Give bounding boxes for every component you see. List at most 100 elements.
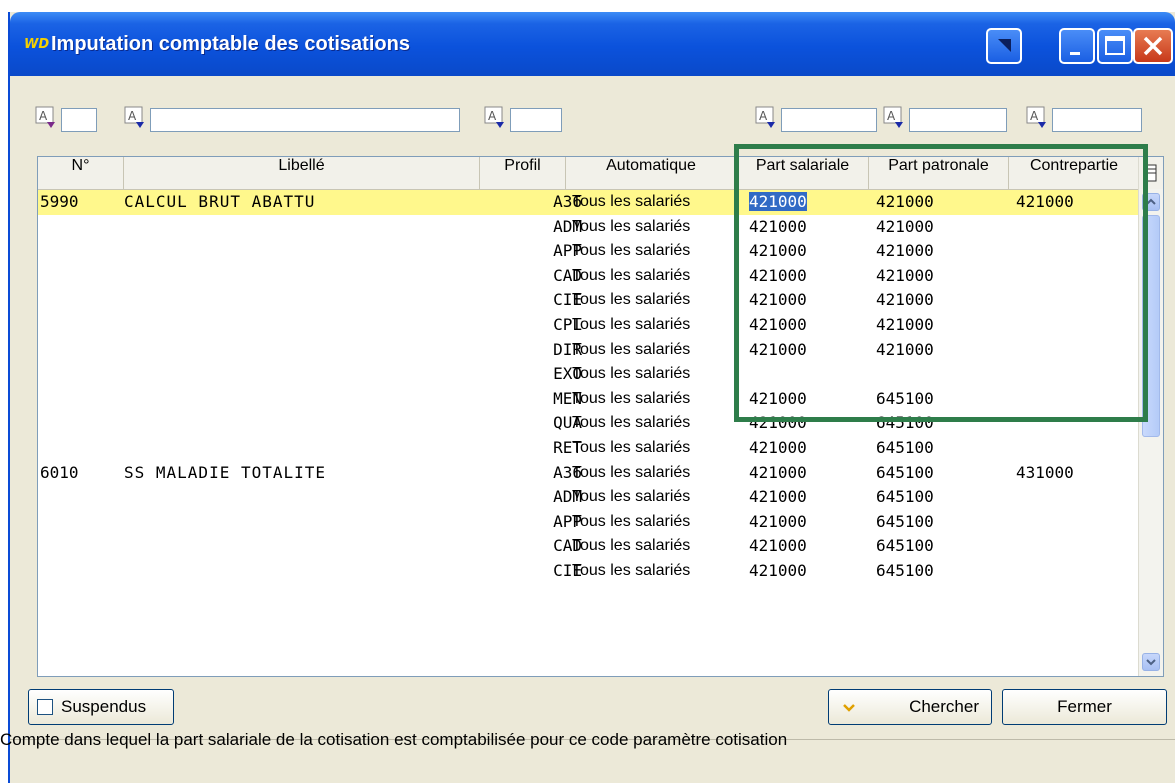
column-picker-icon xyxy=(1146,164,1157,182)
col-header-profil[interactable]: Profil xyxy=(480,157,566,189)
scroll-down-button[interactable] xyxy=(1142,653,1160,671)
cell-part-salariale: 421000 xyxy=(749,241,807,261)
cell-contrepartie xyxy=(1016,534,1136,559)
table-row[interactable]: QUA Tous les salariés 421000 645100 xyxy=(38,411,1140,436)
cell-part-patronale xyxy=(876,362,1006,387)
close-button[interactable] xyxy=(1133,28,1173,64)
cell-part-salariale: 421000 xyxy=(749,314,807,334)
minimize-button[interactable] xyxy=(1059,28,1095,64)
svg-text:A: A xyxy=(887,109,896,123)
column-picker[interactable] xyxy=(1139,157,1163,189)
cell-part-salariale: 421000 xyxy=(749,437,807,457)
cell-part-patronale: 421000 xyxy=(876,241,934,261)
chercher-label: Chercher xyxy=(909,697,979,716)
cell-libelle xyxy=(124,387,479,412)
col-header-automatique[interactable]: Automatique xyxy=(566,157,737,189)
filter-profil-input[interactable] xyxy=(510,108,562,132)
cell-num xyxy=(38,215,120,240)
svg-text:A: A xyxy=(759,109,768,123)
cell-libelle xyxy=(124,510,479,535)
cell-automatique: Tous les salariés xyxy=(572,217,691,235)
cell-part-salariale: 421000 xyxy=(749,462,807,482)
filter-part-salariale-input[interactable] xyxy=(781,108,877,132)
cell-part-salariale: 421000 xyxy=(749,413,807,433)
table-row[interactable]: APP Tous les salariés 421000 645100 xyxy=(38,510,1140,535)
scroll-up-button[interactable] xyxy=(1142,193,1160,211)
fermer-button[interactable]: Fermer xyxy=(1002,689,1167,725)
cotisations-table[interactable]: N° Libellé Profil Automatique Part salar… xyxy=(37,156,1164,677)
status-bar-text: Compte dans lequel la part salariale de … xyxy=(0,730,788,749)
maximize-icon xyxy=(1105,36,1125,55)
filter-contrepartie-input[interactable] xyxy=(1052,108,1142,132)
table-row[interactable]: MEN Tous les salariés 421000 645100 xyxy=(38,387,1140,412)
cell-libelle xyxy=(124,338,479,363)
svg-text:A: A xyxy=(39,109,48,123)
cell-libelle xyxy=(124,485,479,510)
filter-sort-icon: A xyxy=(484,106,504,128)
app-logo-icon: WD xyxy=(24,37,50,52)
col-header-part-salariale[interactable]: Part salariale xyxy=(737,157,869,189)
cell-part-salariale xyxy=(749,362,869,387)
cell-num xyxy=(38,362,120,387)
title-bar[interactable]: WD Imputation comptable des cotisations xyxy=(10,12,1175,76)
checkbox-icon xyxy=(37,699,53,715)
cell-libelle xyxy=(124,362,479,387)
cell-contrepartie xyxy=(1016,387,1136,412)
cell-profil: ADM xyxy=(553,487,582,507)
cell-num: 6010 xyxy=(40,462,79,482)
col-header-part-patronale[interactable]: Part patronale xyxy=(869,157,1009,189)
col-header-num[interactable]: N° xyxy=(38,157,124,189)
cell-num xyxy=(38,485,120,510)
col-header-libelle[interactable]: Libellé xyxy=(124,157,480,189)
filter-sort-icon: A xyxy=(1026,106,1046,128)
cell-libelle xyxy=(124,534,479,559)
table-row[interactable]: RET Tous les salariés 421000 645100 xyxy=(38,436,1140,461)
cell-contrepartie xyxy=(1016,288,1136,313)
table-row[interactable]: EXO Tous les salariés xyxy=(38,362,1140,387)
cell-profil: ADM xyxy=(553,216,582,236)
filter-libelle-input[interactable] xyxy=(150,108,460,132)
table-row[interactable]: DIR Tous les salariés 421000 421000 xyxy=(38,338,1140,363)
scroll-thumb[interactable] xyxy=(1142,215,1160,437)
cell-contrepartie: 431000 xyxy=(1016,462,1074,482)
cell-num: 5990 xyxy=(40,192,79,211)
cell-profil: CAD xyxy=(553,265,582,285)
svg-text:A: A xyxy=(128,109,137,123)
cell-libelle xyxy=(124,215,479,240)
table-row[interactable]: CAD Tous les salariés 421000 645100 xyxy=(38,534,1140,559)
table-row[interactable]: ADM Tous les salariés 421000 421000 xyxy=(38,215,1140,240)
vertical-scrollbar[interactable] xyxy=(1138,157,1163,676)
table-row[interactable]: APP Tous les salariés 421000 421000 xyxy=(38,239,1140,264)
col-header-contrepartie[interactable]: Contrepartie xyxy=(1009,157,1140,189)
table-row[interactable]: CPL Tous les salariés 421000 421000 xyxy=(38,313,1140,338)
table-row[interactable]: 5990 CALCUL BRUT ABATTU A36 Tous les salari… xyxy=(38,190,1140,215)
table-row[interactable]: CIE Tous les salariés 421000 645100 xyxy=(38,559,1140,584)
svg-text:A: A xyxy=(1030,109,1039,123)
cell-libelle xyxy=(124,559,479,584)
table-row[interactable]: 6010 SS MALADIE TOTALITE A36 Tous les salar… xyxy=(38,461,1140,486)
cell-profil: APP xyxy=(553,241,582,261)
cell-num xyxy=(38,436,120,461)
maximize-button[interactable] xyxy=(1097,28,1133,64)
filter-num-input[interactable] xyxy=(61,108,97,132)
cell-libelle: CALCUL BRUT ABATTU xyxy=(124,192,316,211)
cell-automatique: Tous les salariés xyxy=(572,266,691,284)
context-help-button[interactable] xyxy=(986,28,1022,64)
chercher-button[interactable]: Chercher xyxy=(828,689,992,725)
table-row[interactable]: CAD Tous les salariés 421000 421000 xyxy=(38,264,1140,289)
cell-automatique: Tous les salariés xyxy=(572,315,691,333)
cell-profil: QUA xyxy=(553,413,582,433)
cell-libelle xyxy=(124,436,479,461)
cell-part-salariale: 421000 xyxy=(749,216,807,236)
cell-contrepartie xyxy=(1016,436,1136,461)
selected-cell-text[interactable]: 421000 xyxy=(749,192,807,211)
cell-part-patronale: 645100 xyxy=(876,462,934,482)
table-row[interactable]: ADM Tous les salariés 421000 645100 xyxy=(38,485,1140,510)
cell-part-salariale: 421000 xyxy=(749,190,869,215)
cell-num xyxy=(38,264,120,289)
cell-contrepartie xyxy=(1016,485,1136,510)
cell-automatique: Tous les salariés xyxy=(572,365,691,383)
suspendus-checkbox[interactable]: Suspendus xyxy=(28,689,174,725)
filter-part-patronale-input[interactable] xyxy=(909,108,1007,132)
table-row[interactable]: CIE Tous les salariés 421000 421000 xyxy=(38,288,1140,313)
